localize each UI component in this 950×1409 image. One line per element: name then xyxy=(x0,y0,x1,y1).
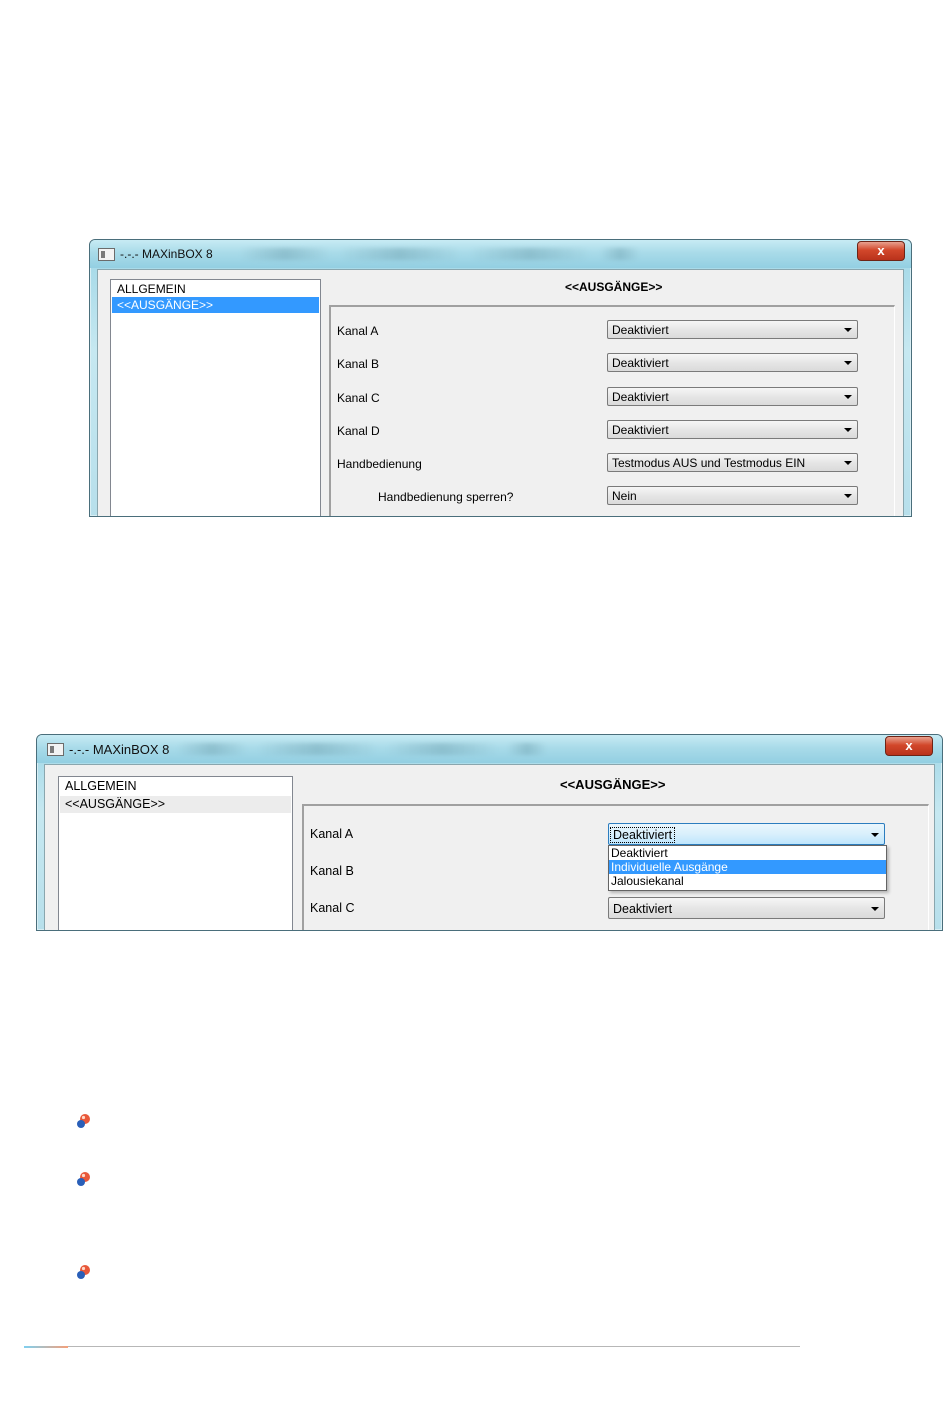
chevron-down-icon xyxy=(844,494,852,498)
page-title: <<AUSGÄNGE>> xyxy=(565,280,663,294)
blurred-menu xyxy=(600,248,640,260)
kanal-a-select[interactable]: Deaktiviert xyxy=(608,823,885,845)
blurred-menu xyxy=(257,743,377,755)
label-kanal-a: Kanal A xyxy=(337,324,379,338)
title-bar[interactable]: -.-.- MAXinBOX 8 x xyxy=(37,735,942,763)
handbedienung-sperren-value: Nein xyxy=(612,489,637,503)
kanal-d-value: Deaktiviert xyxy=(612,423,669,437)
kanal-a-value: Deaktiviert xyxy=(612,323,669,337)
app-icon[interactable] xyxy=(47,743,64,756)
chevron-down-icon xyxy=(844,361,852,365)
blurred-menu xyxy=(387,743,497,755)
kanal-b-select[interactable]: Deaktiviert xyxy=(607,353,858,372)
blurred-menu xyxy=(507,743,547,755)
navigation-tree: ALLGEMEIN <<AUSGÄNGE>> xyxy=(58,776,293,930)
option-deaktiviert[interactable]: Deaktiviert xyxy=(609,846,886,860)
page-title: <<AUSGÄNGE>> xyxy=(560,777,666,792)
sphere-bullet-icon xyxy=(77,1114,90,1128)
dialog-client: ALLGEMEIN <<AUSGÄNGE>> <<AUSGÄNGE>> Kana… xyxy=(44,764,935,930)
kanal-c-value: Deaktiviert xyxy=(612,390,669,404)
app-icon[interactable] xyxy=(98,248,115,261)
tree-item-ausgaenge[interactable]: <<AUSGÄNGE>> xyxy=(60,796,291,813)
tree-item-allgemein[interactable]: ALLGEMEIN xyxy=(60,778,291,795)
close-button[interactable]: x xyxy=(857,241,905,261)
sphere-bullet-icon xyxy=(77,1265,90,1279)
handbedienung-select[interactable]: Testmodus AUS und Testmodus EIN xyxy=(607,453,858,472)
window-title: -.-.- MAXinBOX 8 xyxy=(69,742,170,757)
handbedienung-sperren-select[interactable]: Nein xyxy=(607,486,858,505)
kanal-d-select[interactable]: Deaktiviert xyxy=(607,420,858,439)
chevron-down-icon xyxy=(844,428,852,432)
kanal-a-dropdown-list: Deaktiviert Individuelle Ausgänge Jalous… xyxy=(608,845,887,891)
footer-divider xyxy=(24,1346,800,1347)
tree-item-allgemein[interactable]: ALLGEMEIN xyxy=(112,281,319,297)
label-kanal-a: Kanal A xyxy=(310,827,354,841)
navigation-tree: ALLGEMEIN <<AUSGÄNGE>> xyxy=(110,279,321,516)
label-handbedienung-sperren: Handbedienung sperren? xyxy=(378,490,514,504)
label-kanal-b: Kanal B xyxy=(310,864,354,878)
label-handbedienung: Handbedienung xyxy=(337,457,422,471)
kanal-a-select[interactable]: Deaktiviert xyxy=(607,320,858,339)
blurred-menu xyxy=(470,248,590,260)
chevron-down-icon xyxy=(844,461,852,465)
blurred-menu xyxy=(240,248,330,260)
kanal-c-select[interactable]: Deaktiviert xyxy=(607,387,858,406)
dialog-window-1: -.-.- MAXinBOX 8 x ALLGEMEIN <<AUSGÄNGE>… xyxy=(89,239,912,517)
dialog-client: ALLGEMEIN <<AUSGÄNGE>> <<AUSGÄNGE>> Kana… xyxy=(97,269,904,516)
kanal-b-value: Deaktiviert xyxy=(612,356,669,370)
title-bar[interactable]: -.-.- MAXinBOX 8 x xyxy=(90,240,911,268)
label-kanal-c: Kanal C xyxy=(310,901,355,915)
kanal-c-value: Deaktiviert xyxy=(613,902,673,916)
label-kanal-c: Kanal C xyxy=(337,391,380,405)
label-kanal-b: Kanal B xyxy=(337,357,380,371)
window-title: -.-.- MAXinBOX 8 xyxy=(120,247,213,261)
chevron-down-icon xyxy=(844,328,852,332)
handbedienung-value: Testmodus AUS und Testmodus EIN xyxy=(612,456,806,470)
blurred-menu xyxy=(340,248,460,260)
chevron-down-icon xyxy=(871,907,879,911)
chevron-down-icon xyxy=(844,395,852,399)
dialog-window-2: -.-.- MAXinBOX 8 x ALLGEMEIN <<AUSGÄNGE>… xyxy=(36,734,943,931)
kanal-c-select[interactable]: Deaktiviert xyxy=(608,897,885,919)
kanal-a-value: Deaktiviert xyxy=(609,827,676,843)
close-button[interactable]: x xyxy=(885,736,933,756)
blurred-menu xyxy=(177,743,247,755)
option-jalousiekanal[interactable]: Jalousiekanal xyxy=(609,874,886,888)
option-individuelle-ausgaenge[interactable]: Individuelle Ausgänge xyxy=(609,860,886,874)
tree-item-ausgaenge[interactable]: <<AUSGÄNGE>> xyxy=(112,297,319,313)
label-kanal-d: Kanal D xyxy=(337,424,380,438)
sphere-bullet-icon xyxy=(77,1172,90,1186)
footer-accent xyxy=(24,1346,68,1348)
chevron-down-icon xyxy=(871,833,879,837)
